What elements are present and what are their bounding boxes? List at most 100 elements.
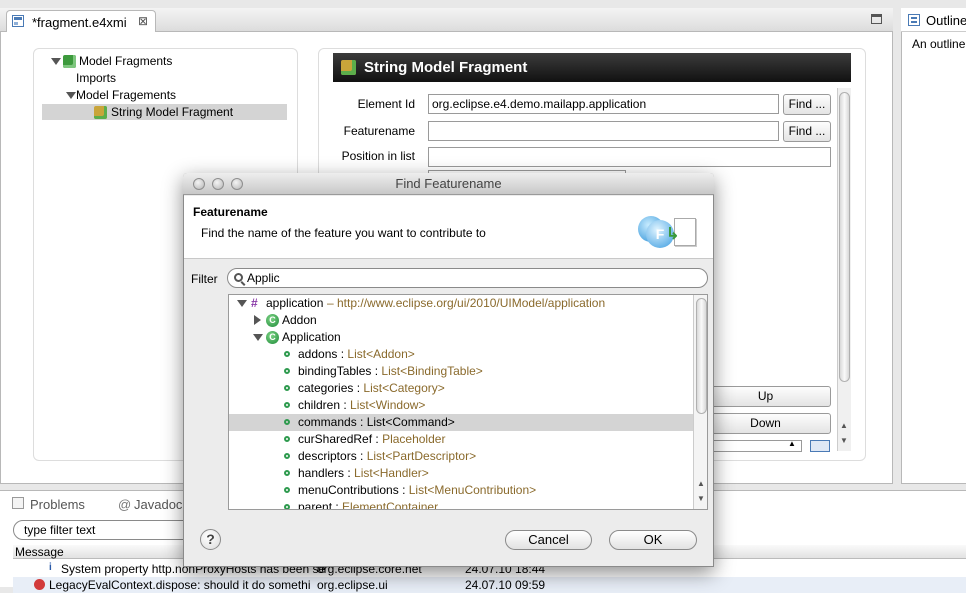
outline-tab[interactable]: Outline (901, 8, 966, 32)
tree-item-model-fragements[interactable]: Model Fragements (76, 88, 176, 102)
attribute-icon (284, 470, 290, 476)
attribute-icon (284, 419, 290, 425)
combo-box[interactable]: ▲ (700, 439, 802, 452)
feature-label: curSharedRef : Placeholder (298, 431, 445, 448)
tab-problems[interactable]: Problems (30, 497, 85, 512)
list-scrollbar-thumb[interactable] (696, 298, 707, 414)
collapse-arrow-icon[interactable] (254, 315, 261, 325)
help-icon[interactable]: ? (200, 529, 221, 550)
package-name: application (266, 296, 324, 310)
feature-label: categories : List<Category> (298, 380, 445, 397)
dialog-header: Featurename Find the name of the feature… (184, 196, 713, 259)
feature-separator: : (372, 432, 383, 446)
editor-tab[interactable]: *fragment.e4xmi ⊠ (6, 10, 156, 32)
row-plugin: org.eclipse.ui (317, 578, 388, 592)
tree-row-feature[interactable]: descriptors : List<PartDescriptor> (229, 448, 693, 465)
tree-row-feature[interactable]: categories : List<Category> (229, 380, 693, 397)
tree-item-imports[interactable]: Imports (76, 71, 116, 85)
feature-separator: : (337, 347, 348, 361)
feature-name: addons (298, 347, 338, 361)
element-id-label: Element Id (357, 97, 415, 111)
close-tab-icon[interactable]: ⊠ (138, 14, 148, 28)
feature-label: menuContributions : List<MenuContributio… (298, 482, 536, 499)
maximize-icon[interactable] (871, 14, 882, 24)
scroll-down-icon[interactable]: ▼ (697, 494, 705, 503)
tree-row-feature[interactable]: menuContributions : List<MenuContributio… (229, 482, 693, 499)
puzzle-icon (63, 55, 76, 68)
detail-scrollbar[interactable]: ▲ ▼ (837, 88, 851, 451)
feature-separator: : (356, 449, 367, 463)
feature-name: curSharedRef (298, 432, 373, 446)
expand-arrow-icon[interactable] (237, 300, 247, 307)
tree-row-application-class[interactable]: C Application (229, 329, 693, 346)
featurename-field[interactable] (428, 121, 779, 141)
up-button[interactable]: Up (700, 386, 831, 407)
scroll-down-icon[interactable]: ▼ (840, 436, 848, 445)
position-in-list-field[interactable] (428, 147, 831, 167)
dialog-title: Find Featurename (395, 176, 502, 191)
class-name: Addon (282, 313, 317, 327)
tree-row-addon[interactable]: C Addon (229, 312, 693, 329)
scroll-up-icon[interactable]: ▲ (840, 421, 848, 430)
scroll-up-icon[interactable]: ▲ (697, 479, 705, 488)
ok-button[interactable]: OK (609, 530, 697, 550)
list-scrollbar[interactable]: ▲ ▼ (693, 295, 707, 509)
stepper-arrow-icon[interactable]: ▲ (788, 439, 796, 448)
model-file-icon (12, 15, 24, 27)
feature-label: parent : ElementContainer (298, 499, 438, 509)
find-element-id-button[interactable]: Find ... (783, 94, 831, 115)
down-button[interactable]: Down (700, 413, 831, 434)
outline-icon (908, 14, 920, 26)
find-featurename-button[interactable]: Find ... (783, 121, 831, 142)
feature-tree-list[interactable]: # application – http://www.eclipse.org/u… (228, 294, 708, 510)
expand-arrow-icon[interactable] (51, 58, 61, 65)
feature-name: categories (298, 381, 354, 395)
tree-item-model-fragments[interactable]: Model Fragments (79, 54, 172, 68)
column-message[interactable]: Message (15, 545, 64, 559)
tree-row-feature[interactable]: addons : List<Addon> (229, 346, 693, 363)
feature-name: children (298, 398, 341, 412)
row-date: 24.07.10 09:59 (465, 578, 546, 592)
feature-label: bindingTables : List<BindingTable> (298, 363, 483, 380)
problems-icon (12, 497, 24, 509)
list-add-icon[interactable] (810, 440, 830, 452)
dialog-description: Find the name of the feature you want to… (201, 226, 486, 240)
feature-label: handlers : List<Handler> (298, 465, 429, 482)
tree-row-feature[interactable]: handlers : List<Handler> (229, 465, 693, 482)
tree-item-string-model-fragment[interactable]: String Model Fragment (111, 105, 233, 119)
problems-filter-input[interactable] (13, 520, 203, 540)
tree-row-feature[interactable]: commands : List<Command> (229, 414, 693, 431)
attribute-icon (284, 402, 290, 408)
table-row[interactable]: LegacyEvalContext.dispose: should it do … (13, 577, 966, 593)
featurename-label: Featurename (343, 124, 415, 138)
tree-row-feature[interactable]: children : List<Window> (229, 397, 693, 414)
tree-row-feature[interactable]: bindingTables : List<BindingTable> (229, 363, 693, 380)
zoom-window-icon[interactable] (231, 178, 243, 190)
editor-tab-label: *fragment.e4xmi (32, 15, 127, 30)
dialog-heading: Featurename (193, 205, 268, 219)
expand-arrow-icon[interactable] (66, 92, 76, 99)
close-window-icon[interactable] (193, 178, 205, 190)
position-in-list-label: Position in list (341, 149, 415, 163)
tab-javadoc[interactable]: Javadoc (134, 497, 182, 512)
cancel-button[interactable]: Cancel (505, 530, 592, 550)
tree-row-feature[interactable]: curSharedRef : Placeholder (229, 431, 693, 448)
dialog-title-bar: Find Featurename (183, 173, 714, 195)
package-uri: – http://www.eclipse.org/ui/2010/UIModel… (327, 296, 606, 310)
feature-name: bindingTables (298, 364, 372, 378)
attribute-icon (284, 504, 290, 509)
element-id-field[interactable] (428, 94, 779, 114)
feature-label: children : List<Window> (298, 397, 425, 414)
filter-search-field[interactable]: Applic (227, 268, 708, 288)
attribute-icon (284, 436, 290, 442)
filter-input-value: Applic (247, 271, 280, 285)
feature-label: commands : List<Command> (298, 414, 455, 431)
tree-row-application-package[interactable]: # application – http://www.eclipse.org/u… (229, 295, 693, 312)
attribute-icon (284, 487, 290, 493)
tree-row-feature[interactable]: parent : ElementContainer (229, 499, 693, 509)
detail-scrollbar-thumb[interactable] (839, 92, 850, 382)
feature-type: List<Addon> (347, 347, 415, 361)
minimize-window-icon[interactable] (212, 178, 224, 190)
package-icon: # (251, 296, 258, 310)
expand-arrow-icon[interactable] (253, 334, 263, 341)
